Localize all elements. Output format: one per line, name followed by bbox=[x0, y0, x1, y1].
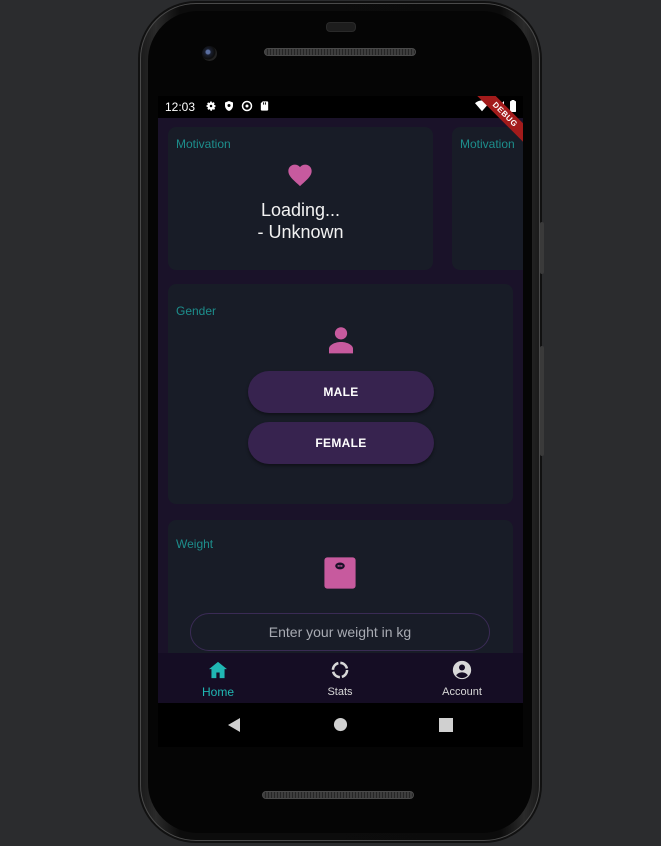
nav-account[interactable]: Account bbox=[422, 653, 502, 703]
power-button bbox=[540, 346, 544, 456]
vpn-icon bbox=[241, 100, 253, 112]
nav-stats-label: Stats bbox=[327, 686, 353, 698]
nav-account-label: Account bbox=[442, 686, 482, 698]
front-camera bbox=[202, 46, 217, 61]
female-button[interactable]: FEMALE bbox=[248, 422, 434, 464]
scroll-content[interactable]: Motivation Loading... - Unknown Motivati… bbox=[158, 118, 523, 653]
shield-icon bbox=[225, 101, 233, 111]
nav-home[interactable]: Home bbox=[178, 653, 258, 703]
home-icon bbox=[209, 661, 227, 679]
heart-icon bbox=[288, 164, 312, 187]
scale-icon bbox=[324, 557, 356, 589]
stats-ring-icon bbox=[331, 661, 349, 679]
male-button[interactable]: MALE bbox=[248, 371, 434, 413]
account-circle-icon bbox=[452, 660, 472, 680]
top-speaker-grille bbox=[264, 48, 416, 56]
gender-card: Gender MALE FEMALE bbox=[168, 284, 513, 504]
nav-home-label: Home bbox=[201, 685, 234, 699]
settings-icon bbox=[206, 101, 216, 111]
status-time: 12:03 bbox=[165, 100, 196, 114]
status-left-icons bbox=[205, 100, 270, 112]
earpiece bbox=[326, 22, 356, 32]
person-icon bbox=[329, 327, 353, 354]
quote-author: - Unknown bbox=[257, 222, 344, 242]
system-nav-bar bbox=[158, 703, 523, 747]
status-bar: 12:03 bbox=[158, 96, 523, 118]
back-icon[interactable] bbox=[227, 717, 241, 733]
bottom-speaker-grille bbox=[262, 791, 414, 799]
motivation-card-next[interactable]: Motivation bbox=[452, 127, 523, 270]
quote-text: Loading... bbox=[260, 200, 341, 220]
weight-card: Weight bbox=[168, 520, 513, 653]
app-screen: 12:03 DEBUG Motivation Loading... - Unkn… bbox=[158, 96, 523, 703]
weight-label: Weight bbox=[176, 537, 214, 551]
motivation-label: Motivation bbox=[460, 137, 515, 151]
weight-input[interactable] bbox=[190, 613, 490, 651]
volume-button bbox=[540, 222, 544, 274]
bottom-nav: Home Stats Account bbox=[158, 653, 523, 703]
motivation-card[interactable]: Motivation Loading... - Unknown bbox=[168, 127, 433, 270]
gender-label: Gender bbox=[176, 304, 217, 318]
nav-stats[interactable]: Stats bbox=[300, 653, 380, 703]
home-circle-icon[interactable] bbox=[333, 717, 348, 732]
sd-card-icon bbox=[260, 101, 269, 111]
recents-icon[interactable] bbox=[439, 718, 453, 732]
motivation-label: Motivation bbox=[176, 137, 231, 151]
